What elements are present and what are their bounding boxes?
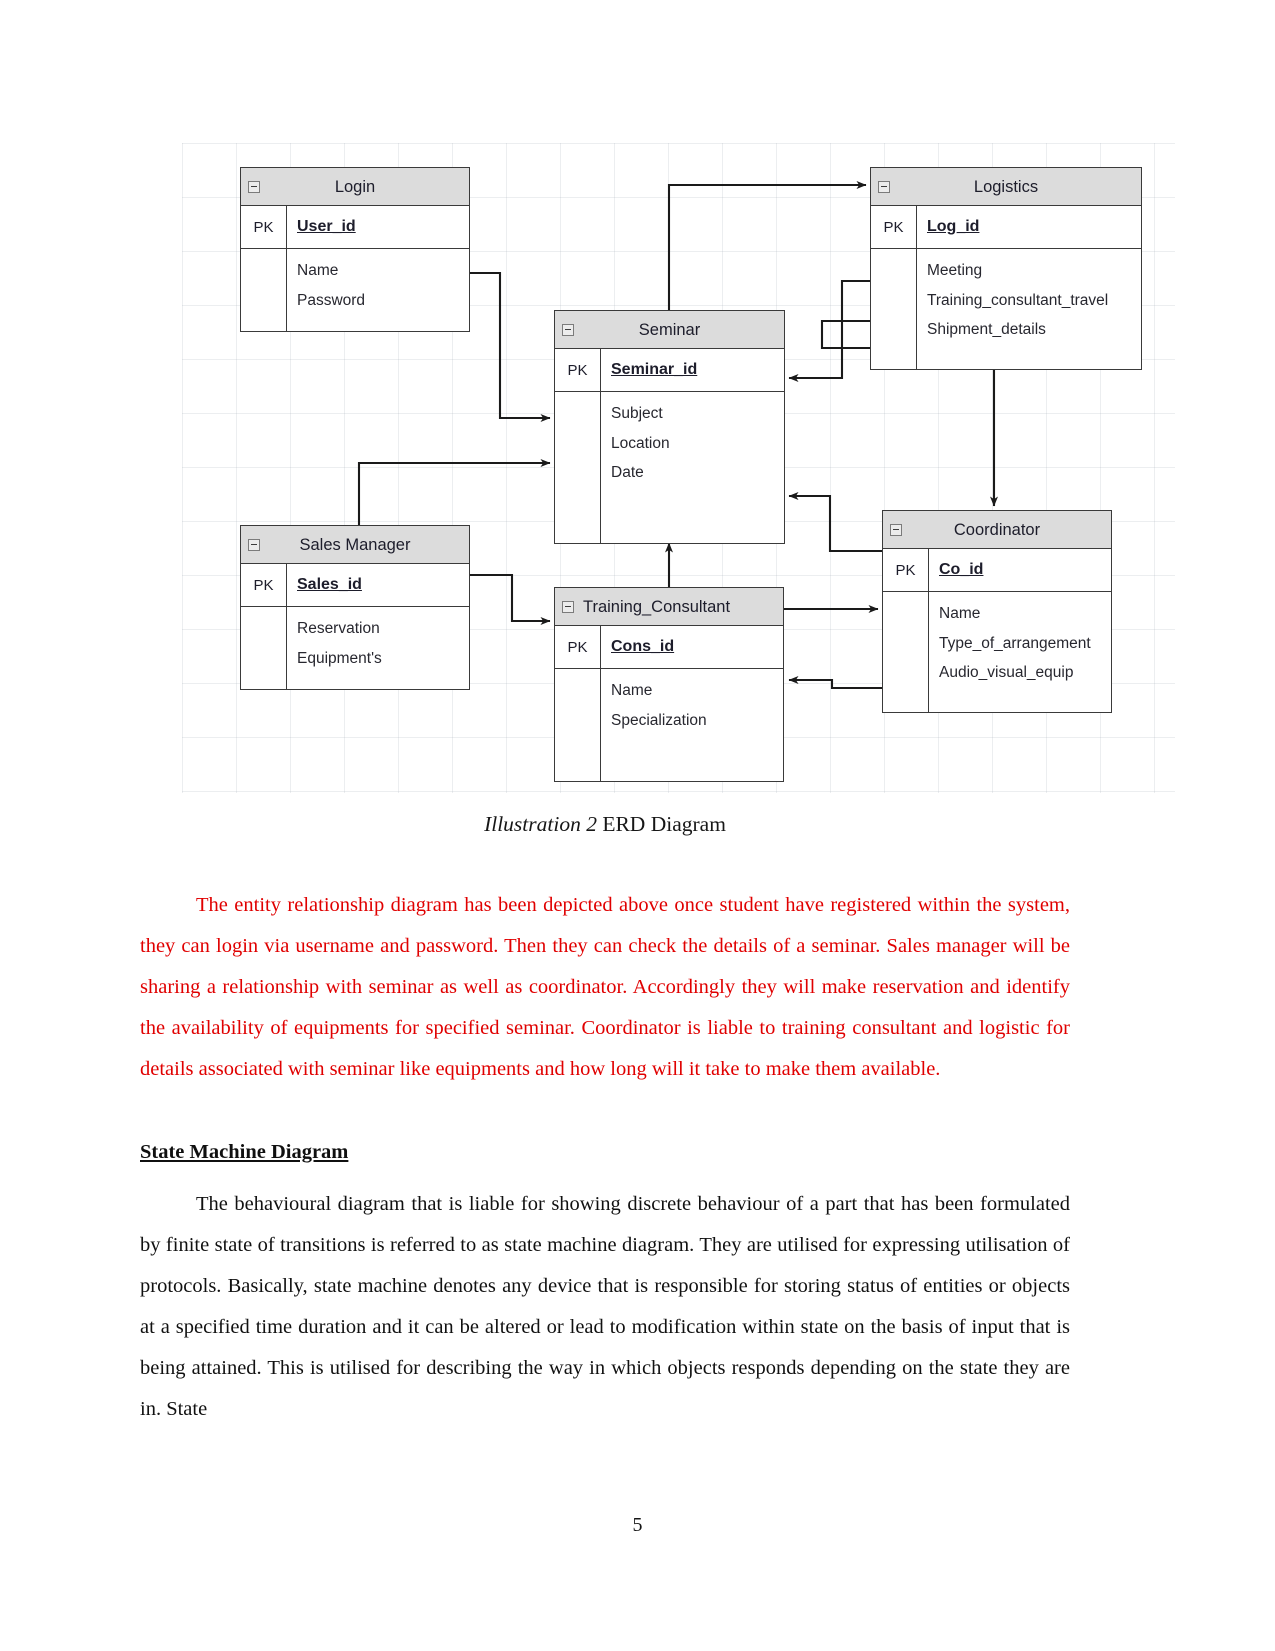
- entity-logistics-pk-row: PK Log_id: [871, 206, 1141, 249]
- figure-caption-text: ERD Diagram: [596, 812, 726, 836]
- entity-coordinator-header: Coordinator: [883, 511, 1111, 549]
- entity-training-consultant-title: Training_Consultant: [583, 598, 731, 616]
- figure-caption-label: Illustration 2: [484, 812, 597, 836]
- collapse-minus-icon[interactable]: [878, 180, 890, 193]
- attribute-gutter: [555, 392, 601, 543]
- pk-label: PK: [241, 206, 287, 248]
- attribute-item: Name: [939, 605, 981, 622]
- attribute-item: Name: [611, 682, 653, 699]
- attribute-list: Subject Location Date: [601, 392, 784, 543]
- entity-login-header: Login: [241, 168, 469, 206]
- attribute-gutter: [871, 249, 917, 369]
- attribute-item: Audio_visual_equip: [939, 664, 1074, 681]
- entity-seminar-header: Seminar: [555, 311, 784, 349]
- attribute-gutter: [241, 249, 287, 331]
- pk-label: PK: [555, 626, 601, 668]
- entity-coordinator-title: Coordinator: [953, 521, 1041, 539]
- entity-coordinator-primary-key: Co_id: [939, 561, 984, 578]
- attribute-list: Reservation Equipment's: [287, 607, 469, 689]
- attribute-gutter: [883, 592, 929, 712]
- attribute-list: Name Password: [287, 249, 469, 331]
- entity-training-consultant-attributes: Name Specialization: [555, 669, 783, 781]
- entity-coordinator[interactable]: Coordinator PK Co_id Name Type_of_arrang…: [882, 510, 1112, 713]
- pk-label: PK: [883, 549, 929, 591]
- attribute-item: Location: [611, 434, 670, 452]
- entity-training-consultant-header: Training_Consultant: [555, 588, 783, 626]
- entity-coordinator-attributes: Name Type_of_arrangement Audio_visual_eq…: [883, 592, 1111, 712]
- collapse-minus-icon[interactable]: [248, 180, 260, 193]
- entity-logistics-title: Logistics: [973, 178, 1039, 196]
- entity-login-title: Login: [334, 178, 376, 196]
- attribute-gutter: [555, 669, 601, 781]
- entity-seminar-title: Seminar: [638, 321, 701, 339]
- entity-login-attributes: Name Password: [241, 249, 469, 331]
- paragraph-state-machine-description: The behavioural diagram that is liable f…: [140, 1192, 1070, 1420]
- entity-seminar-attributes: Subject Location Date: [555, 392, 784, 543]
- attribute-item: Date: [611, 464, 644, 481]
- attribute-list: Name Specialization: [601, 669, 783, 781]
- pk-label: PK: [555, 349, 601, 391]
- attribute-item: Password: [297, 291, 366, 309]
- heading-state-machine-diagram: State Machine Diagram: [140, 1141, 349, 1163]
- attribute-item: Shipment_details: [927, 321, 1046, 338]
- attribute-item: Equipment's: [297, 649, 382, 667]
- figure-caption: Illustration 2 ERD Diagram: [140, 812, 1070, 837]
- entity-sales-manager-primary-key: Sales_id: [297, 576, 362, 593]
- attribute-item: Subject: [611, 405, 663, 422]
- entity-login[interactable]: Login PK User_id Name Password: [240, 167, 470, 332]
- attribute-item: Specialization: [611, 711, 707, 729]
- erd-diagram-figure: Login PK User_id Name Password Logistics…: [182, 143, 1175, 793]
- entity-sales-manager-header: Sales Manager: [241, 526, 469, 564]
- attribute-item: Type_of_arrangement: [939, 634, 1091, 652]
- pk-label: PK: [871, 206, 917, 248]
- entity-coordinator-pk-row: PK Co_id: [883, 549, 1111, 592]
- attribute-list: Name Type_of_arrangement Audio_visual_eq…: [929, 592, 1111, 712]
- collapse-minus-icon[interactable]: [562, 600, 574, 613]
- page-number: 5: [632, 1514, 643, 1536]
- attribute-item: Name: [297, 262, 339, 279]
- collapse-minus-icon[interactable]: [890, 523, 902, 536]
- entity-logistics-primary-key: Log_id: [927, 218, 980, 235]
- attribute-item: Meeting: [927, 262, 983, 279]
- collapse-minus-icon[interactable]: [248, 538, 260, 551]
- entity-training-consultant-pk-row: PK Cons_id: [555, 626, 783, 669]
- entity-sales-manager-attributes: Reservation Equipment's: [241, 607, 469, 689]
- entity-sales-manager[interactable]: Sales Manager PK Sales_id Reservation Eq…: [240, 525, 470, 690]
- entity-seminar-pk-row: PK Seminar_id: [555, 349, 784, 392]
- collapse-minus-icon[interactable]: [562, 323, 574, 336]
- attribute-list: Meeting Training_consultant_travel Shipm…: [917, 249, 1141, 369]
- pk-label: PK: [241, 564, 287, 606]
- entity-logistics[interactable]: Logistics PK Log_id Meeting Training_con…: [870, 167, 1142, 370]
- entity-training-consultant[interactable]: Training_Consultant PK Cons_id Name Spec…: [554, 587, 784, 782]
- entity-login-primary-key: User_id: [297, 218, 356, 235]
- attribute-item: Training_consultant_travel: [927, 291, 1109, 309]
- entity-sales-manager-title: Sales Manager: [299, 536, 411, 554]
- entity-seminar[interactable]: Seminar PK Seminar_id Subject Location D…: [554, 310, 785, 544]
- paragraph-erd-description: The entity relationship diagram has been…: [140, 893, 1070, 1080]
- entity-login-pk-row: PK User_id: [241, 206, 469, 249]
- entity-sales-manager-pk-row: PK Sales_id: [241, 564, 469, 607]
- entity-training-consultant-primary-key: Cons_id: [611, 638, 675, 655]
- entity-seminar-primary-key: Seminar_id: [611, 361, 698, 378]
- entity-logistics-attributes: Meeting Training_consultant_travel Shipm…: [871, 249, 1141, 369]
- entity-logistics-header: Logistics: [871, 168, 1141, 206]
- attribute-gutter: [241, 607, 287, 689]
- attribute-item: Reservation: [297, 620, 380, 637]
